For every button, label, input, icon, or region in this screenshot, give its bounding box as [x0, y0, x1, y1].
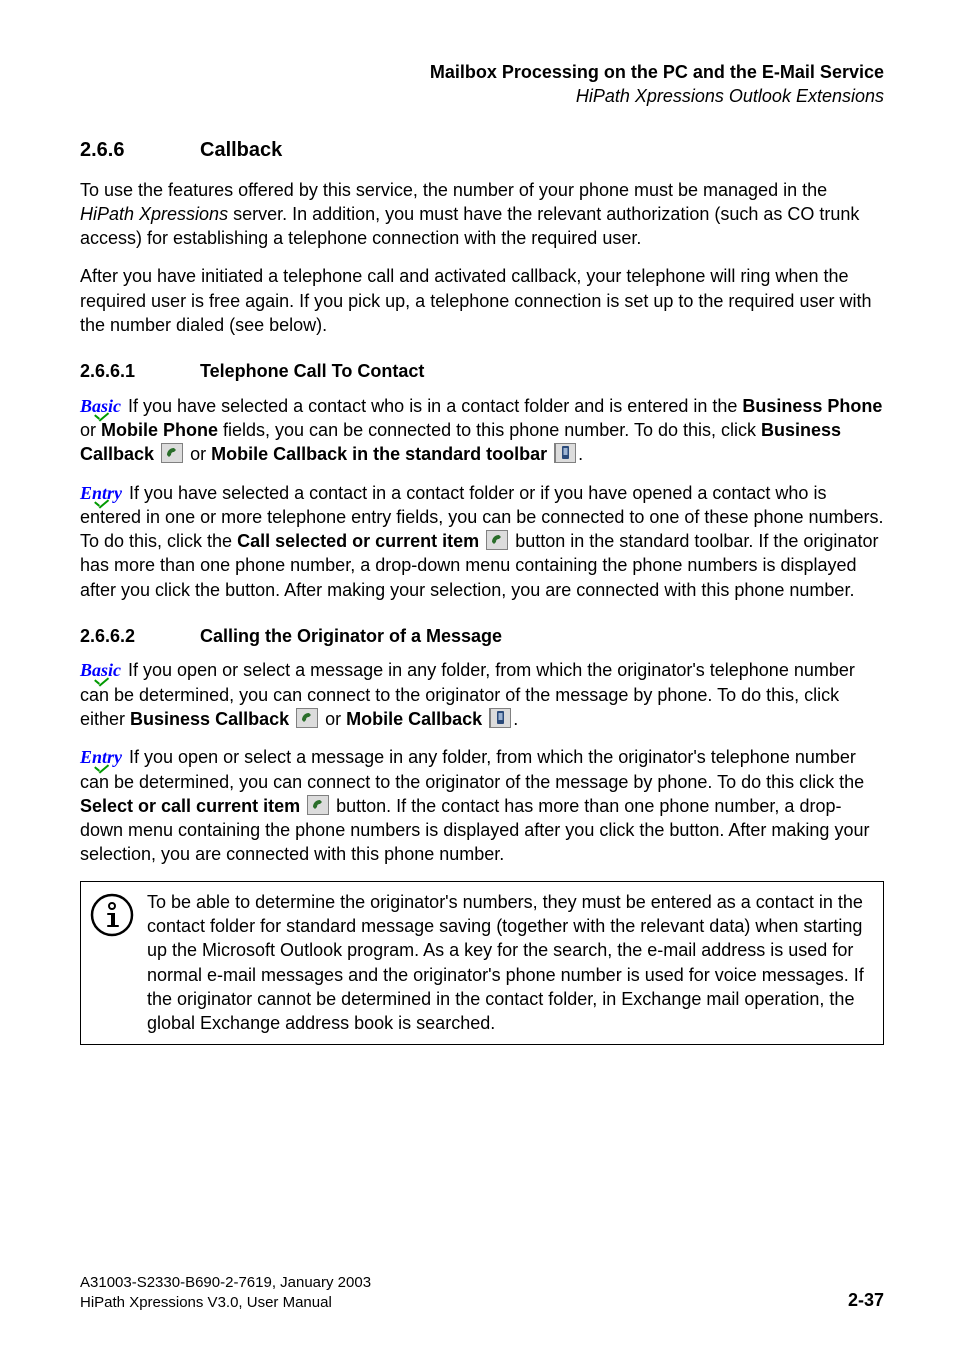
call-selected-icon	[486, 530, 508, 550]
sub1-entry-para: Entry If you have selected a contact in …	[80, 481, 884, 602]
select-call-label: Select or call current item	[80, 796, 300, 816]
select-call-icon	[307, 795, 329, 815]
entry-badge-icon: Entry	[80, 745, 122, 769]
footer-line-2: HiPath Xpressions V3.0, User Manual	[80, 1293, 884, 1313]
call-selected-label: Call selected or current item	[237, 531, 479, 551]
mobile-callback-icon	[554, 443, 576, 463]
product-name: HiPath Xpressions	[80, 204, 228, 224]
sub2-entry-para: Entry If you open or select a message in…	[80, 745, 884, 866]
header-subtitle: HiPath Xpressions Outlook Extensions	[80, 84, 884, 108]
page-number: 2-37	[848, 1289, 884, 1312]
sub2-basic-para: Basic If you open or select a message in…	[80, 658, 884, 731]
section-number: 2.6.6	[80, 137, 200, 164]
subsection-2-title: Calling the Originator of a Message	[200, 626, 502, 646]
intro-para-1: To use the features offered by this serv…	[80, 178, 884, 251]
note-box: To be able to determine the originator's…	[80, 881, 884, 1045]
business-callback-label: Business Callback	[130, 709, 289, 729]
mobile-callback-icon	[489, 708, 511, 728]
subsection-2-heading: 2.6.6.2Calling the Originator of a Messa…	[80, 624, 884, 648]
business-phone-field: Business Phone	[742, 396, 882, 416]
footer-line-1: A31003-S2330-B690-2-7619, January 2003	[80, 1273, 884, 1293]
subsection-1-number: 2.6.6.1	[80, 359, 200, 383]
entry-badge-icon: Entry	[80, 481, 122, 505]
running-header: Mailbox Processing on the PC and the E-M…	[80, 60, 884, 109]
section-title: Callback	[200, 139, 282, 161]
subsection-1-title: Telephone Call To Contact	[200, 361, 424, 381]
page-footer: A31003-S2330-B690-2-7619, January 2003 H…	[80, 1273, 884, 1312]
subsection-2-number: 2.6.6.2	[80, 624, 200, 648]
subsection-1-heading: 2.6.6.1Telephone Call To Contact	[80, 359, 884, 383]
business-callback-icon	[296, 708, 318, 728]
basic-badge-icon: Basic	[80, 394, 121, 418]
business-callback-icon	[161, 443, 183, 463]
intro-para-2: After you have initiated a telephone cal…	[80, 264, 884, 337]
section-heading: 2.6.6Callback	[80, 137, 884, 164]
mobile-phone-field: Mobile Phone	[101, 420, 218, 440]
header-title: Mailbox Processing on the PC and the E-M…	[80, 60, 884, 84]
note-text: To be able to determine the originator's…	[147, 890, 873, 1036]
sub1-basic-para: Basic If you have selected a contact who…	[80, 394, 884, 467]
basic-badge-icon: Basic	[80, 658, 121, 682]
info-icon	[89, 892, 135, 944]
mobile-callback-label: Mobile Callback in the standard toolbar	[211, 444, 547, 464]
mobile-callback-label: Mobile Callback	[346, 709, 482, 729]
